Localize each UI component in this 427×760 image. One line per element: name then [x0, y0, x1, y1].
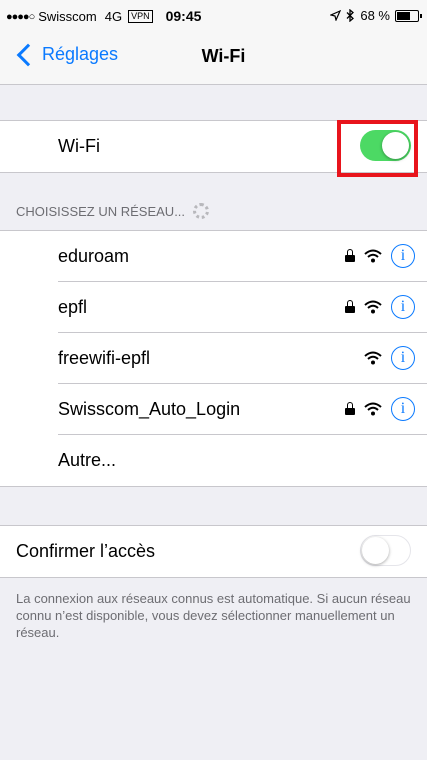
wifi-signal-icon	[364, 351, 382, 365]
battery-icon	[395, 9, 422, 22]
network-row-epfl[interactable]: epfl i	[0, 282, 427, 333]
confirm-access-toggle[interactable]	[360, 535, 411, 566]
lock-icon	[345, 249, 355, 262]
confirm-access-row: Confirmer l’accès	[0, 526, 427, 577]
confirm-access-group: Confirmer l’accès	[0, 525, 427, 578]
navigation-bar: Réglages Wi-Fi	[0, 34, 427, 85]
network-name: freewifi-epfl	[58, 348, 151, 368]
networks-section-header: CHOISISSEZ UN RÉSEAU...	[16, 203, 210, 219]
info-icon[interactable]: i	[391, 397, 415, 421]
location-arrow-icon	[330, 10, 342, 21]
wifi-signal-icon	[364, 249, 382, 263]
highlight-box	[337, 120, 418, 177]
other-network-label: Autre...	[58, 450, 117, 470]
footer-note: La connexion aux réseaux connus est auto…	[16, 591, 411, 640]
wifi-signal-icon	[364, 300, 382, 314]
bluetooth-icon	[346, 9, 355, 22]
page-title: Wi-Fi	[201, 46, 246, 66]
info-icon[interactable]: i	[391, 244, 415, 268]
wifi-signal-icon	[364, 402, 382, 416]
toggle-knob	[362, 537, 389, 564]
status-bar: ●●●●○ Swisscom 4G VPN 09:45 68 %	[0, 0, 427, 34]
network-row-swisscom-auto-login[interactable]: Swisscom_Auto_Login i	[0, 384, 427, 435]
confirm-access-label: Confirmer l’accès	[16, 541, 156, 561]
wifi-label: Wi-Fi	[58, 136, 100, 156]
networks-list: eduroam i epfl i freewifi-epfl i Swissco…	[0, 230, 427, 487]
lock-icon	[345, 300, 355, 313]
status-right: 68 %	[330, 8, 422, 23]
lock-icon	[345, 402, 355, 415]
battery-percent: 68 %	[360, 8, 390, 23]
network-row-eduroam[interactable]: eduroam i	[0, 231, 427, 282]
network-row-freewifi-epfl[interactable]: freewifi-epfl i	[0, 333, 427, 384]
other-network-row[interactable]: Autre...	[0, 435, 427, 486]
info-icon[interactable]: i	[391, 295, 415, 319]
network-name: eduroam	[58, 246, 130, 266]
loading-spinner-icon	[193, 203, 210, 219]
status-time: 09:45	[165, 8, 202, 24]
network-name: Swisscom_Auto_Login	[58, 399, 241, 419]
section-header-label: CHOISISSEZ UN RÉSEAU...	[16, 203, 186, 219]
info-icon[interactable]: i	[391, 346, 415, 370]
network-name: epfl	[58, 297, 88, 317]
